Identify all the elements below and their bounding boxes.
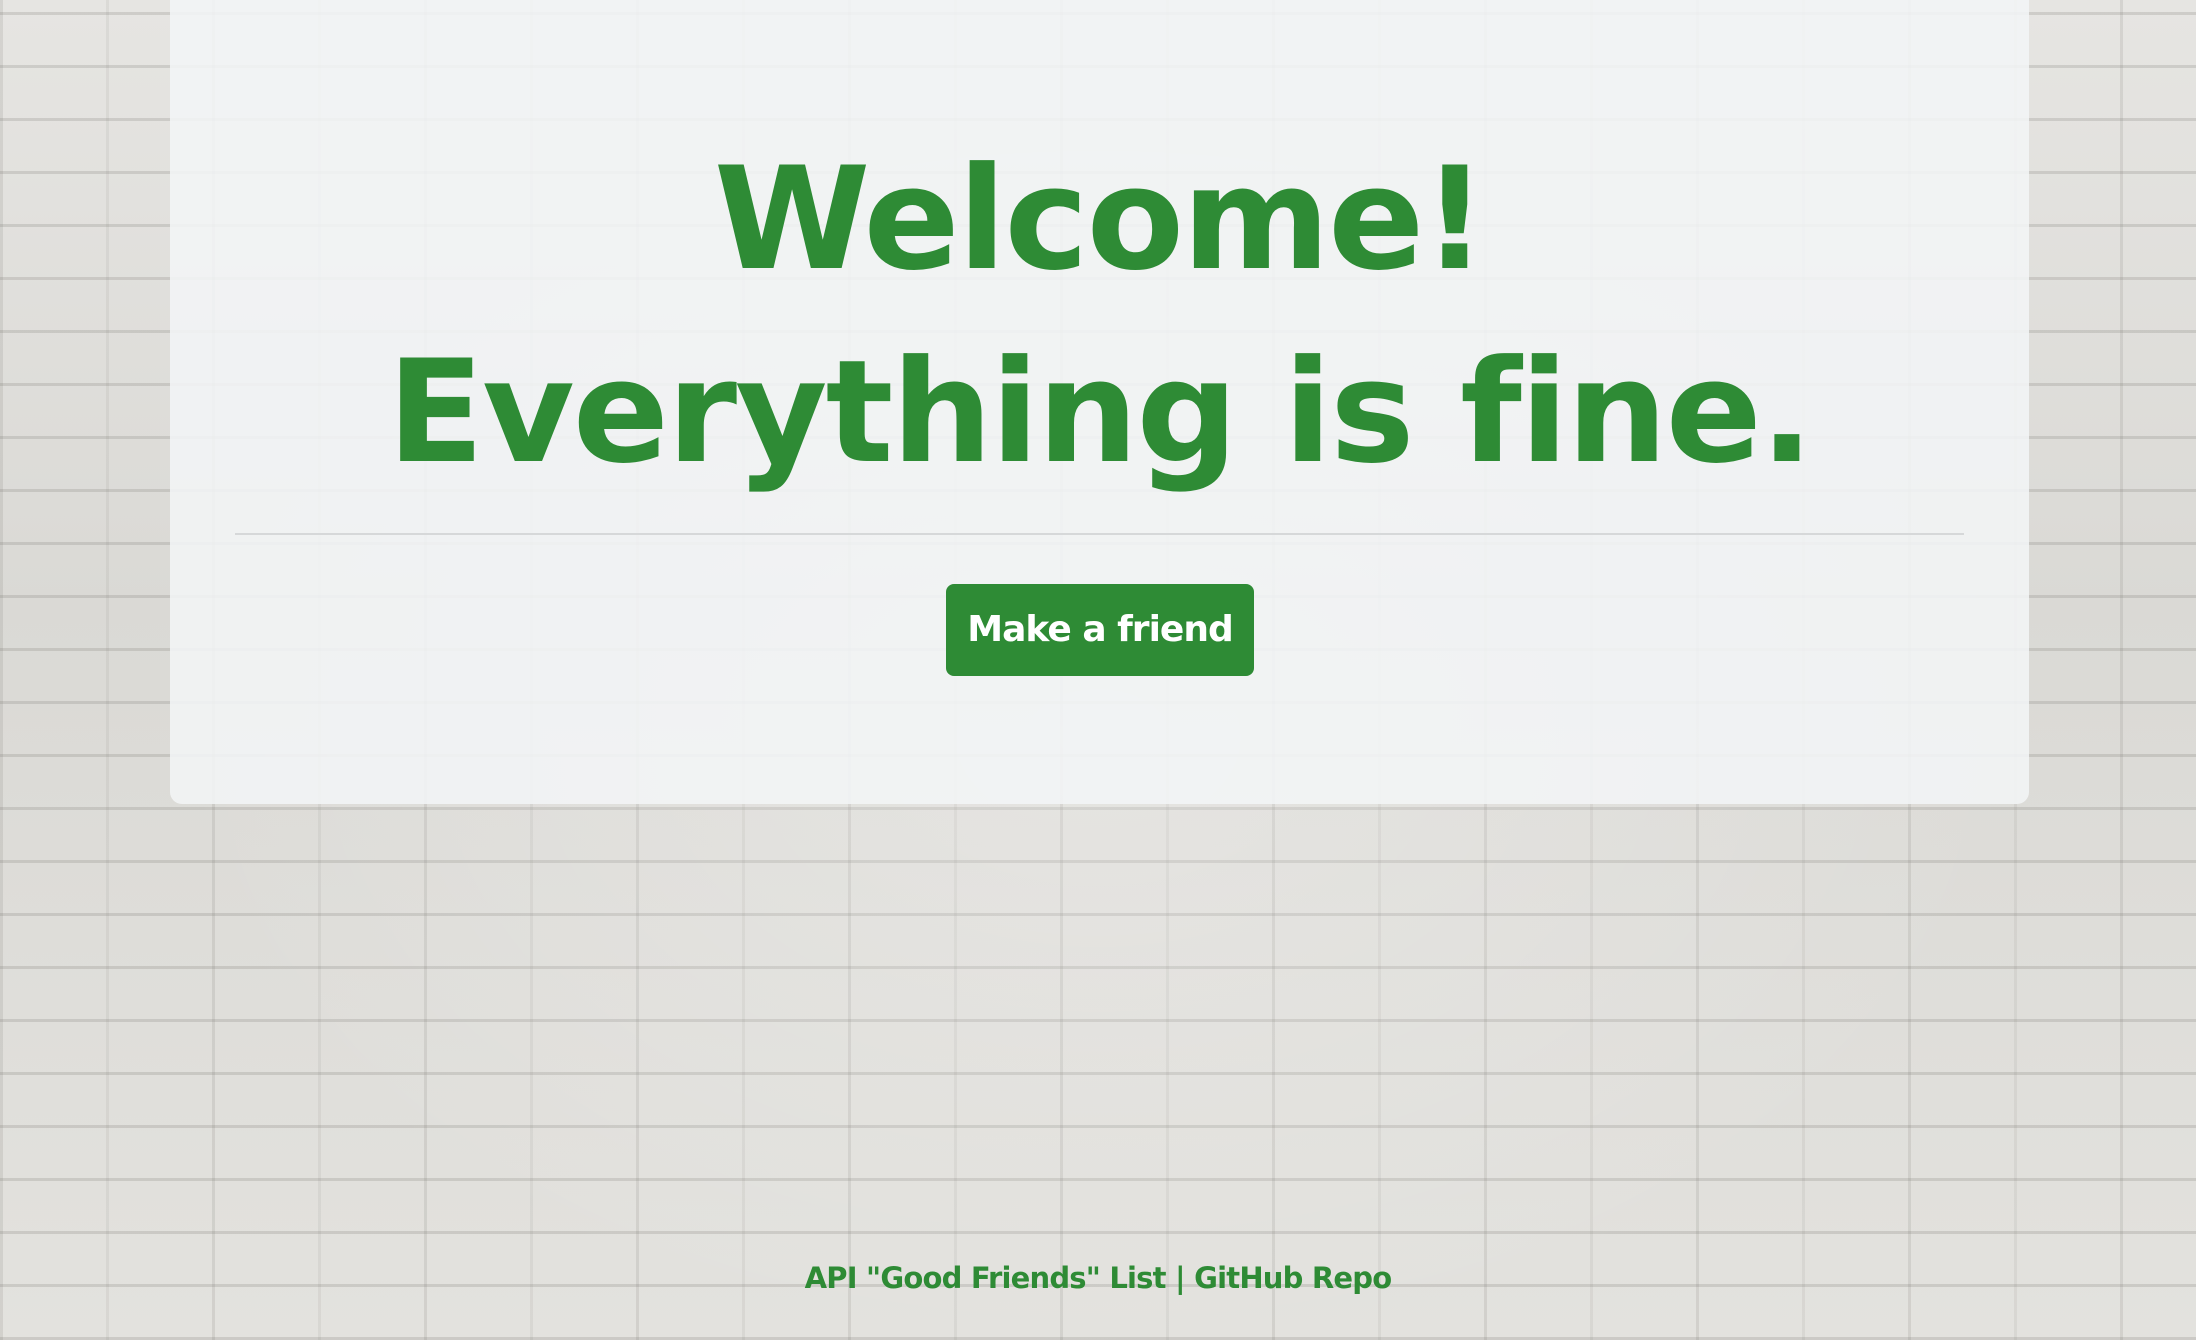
welcome-panel: Welcome! Everything is fine. Make a frie… xyxy=(170,0,2029,804)
make-friend-button[interactable]: Make a friend xyxy=(946,584,1254,676)
github-repo-link[interactable]: GitHub Repo xyxy=(1194,1261,1392,1295)
footer-links: API "Good Friends" List | GitHub Repo xyxy=(0,1256,2196,1300)
api-good-friends-link[interactable]: API "Good Friends" List xyxy=(805,1261,1167,1295)
panel-divider xyxy=(235,533,1964,535)
welcome-heading: Welcome! xyxy=(713,137,1487,302)
footer-separator: | xyxy=(1165,1261,1195,1295)
status-heading: Everything is fine. xyxy=(387,330,1814,495)
